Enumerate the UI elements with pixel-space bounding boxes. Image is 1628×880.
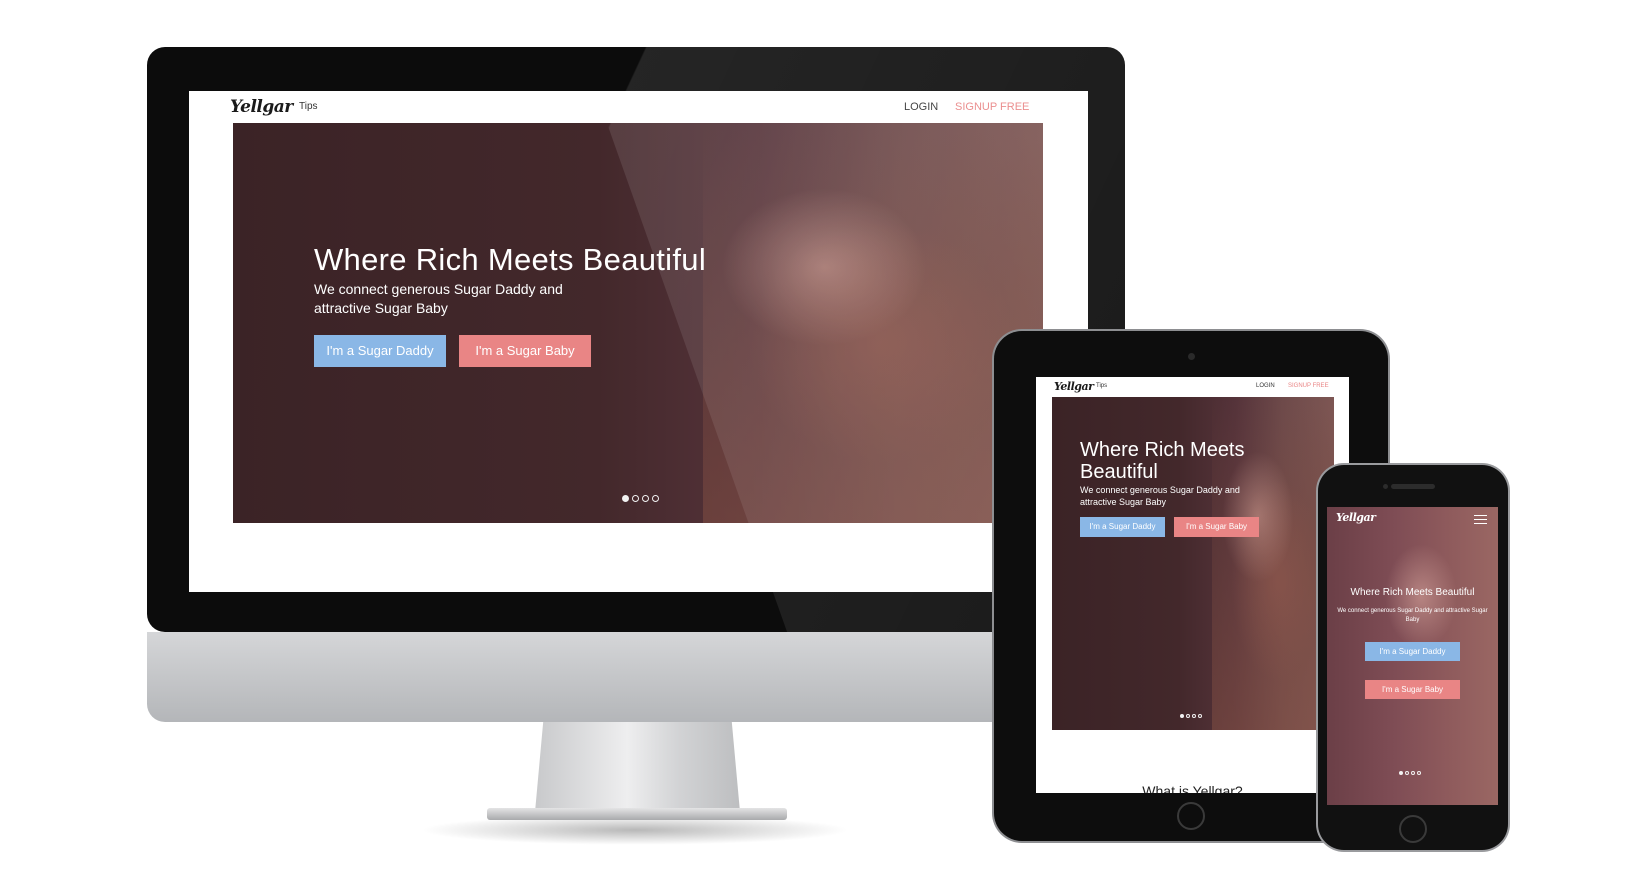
mobile-sugar-daddy-button[interactable]: I'm a Sugar Daddy [1365,642,1460,661]
carousel-dot[interactable] [1192,714,1196,718]
tablet-hero-subtitle-line1: We connect generous Sugar Daddy and [1080,485,1240,495]
carousel-dot[interactable] [642,495,649,502]
desktop-nav-tips[interactable]: Tips [299,101,318,112]
mobile-site: Yellgar Where Rich Meets Beautiful We co… [1327,507,1498,805]
desktop-sugar-baby-button[interactable]: I'm a Sugar Baby [459,335,591,367]
carousel-dot[interactable] [632,495,639,502]
mobile-carousel-dots [1399,771,1421,775]
mobile-hero-subtitle: We connect generous Sugar Daddy and attr… [1337,608,1488,623]
imac-chin [147,632,1125,722]
desktop-logo[interactable]: Yellgar [230,97,293,117]
desktop-sugar-daddy-button[interactable]: I'm a Sugar Daddy [314,335,446,367]
tablet-nav-tips[interactable]: Tips [1096,383,1107,389]
imac-stand-neck [535,722,740,812]
carousel-dot[interactable] [622,495,629,502]
desktop-carousel-dots [622,495,659,502]
mobile-logo[interactable]: Yellgar [1336,511,1376,524]
carousel-dot[interactable] [1198,714,1202,718]
desktop-hero-subtitle-line1: We connect generous Sugar Daddy and [314,281,563,297]
iphone-camera [1383,484,1388,489]
iphone-speaker [1391,484,1435,489]
desktop-hero-subtitle-line2: attractive Sugar Baby [314,300,448,316]
carousel-dot[interactable] [1180,714,1184,718]
hamburger-menu-icon[interactable] [1474,515,1487,524]
iphone-home-button [1399,815,1427,843]
tablet-logo[interactable]: Yellgar [1054,380,1094,393]
tablet-section-heading: What is Yellgar? [1142,783,1243,793]
desktop-hero-title: Where Rich Meets Beautiful [314,242,707,277]
tablet-site: Yellgar Tips LOGIN SIGNUP FREE Where Ric… [1036,377,1349,793]
imac-stand-base [487,808,787,820]
tablet-hero-subtitle: We connect generous Sugar Daddy and attr… [1080,484,1240,508]
mobile-hero-title: Where Rich Meets Beautiful [1350,587,1475,598]
ipad-home-button [1177,802,1205,830]
tablet-hero-title-line2: Beautiful [1080,461,1158,483]
tablet-hero-subtitle-line2: attractive Sugar Baby [1080,497,1167,507]
tablet-carousel-dots [1180,714,1202,718]
tablet-hero-title-line1: Where Rich Meets [1080,439,1245,461]
carousel-dot[interactable] [1405,771,1409,775]
tablet-hero: Where Rich Meets Beautiful We connect ge… [1052,397,1334,730]
mobile-sugar-baby-button[interactable]: I'm a Sugar Baby [1365,680,1460,699]
desktop-hero-subtitle: We connect generous Sugar Daddy and attr… [314,280,563,318]
carousel-dot[interactable] [1399,771,1403,775]
carousel-dot[interactable] [1186,714,1190,718]
tablet-hero-title: Where Rich Meets Beautiful [1080,439,1245,483]
tablet-sugar-daddy-button[interactable]: I'm a Sugar Daddy [1080,517,1165,537]
carousel-dot[interactable] [1411,771,1415,775]
carousel-dot[interactable] [652,495,659,502]
tablet-nav-signup[interactable]: SIGNUP FREE [1288,383,1329,389]
carousel-dot[interactable] [1417,771,1421,775]
tablet-sugar-baby-button[interactable]: I'm a Sugar Baby [1174,517,1259,537]
ipad-camera [1188,353,1195,360]
tablet-nav-login[interactable]: LOGIN [1256,383,1275,389]
